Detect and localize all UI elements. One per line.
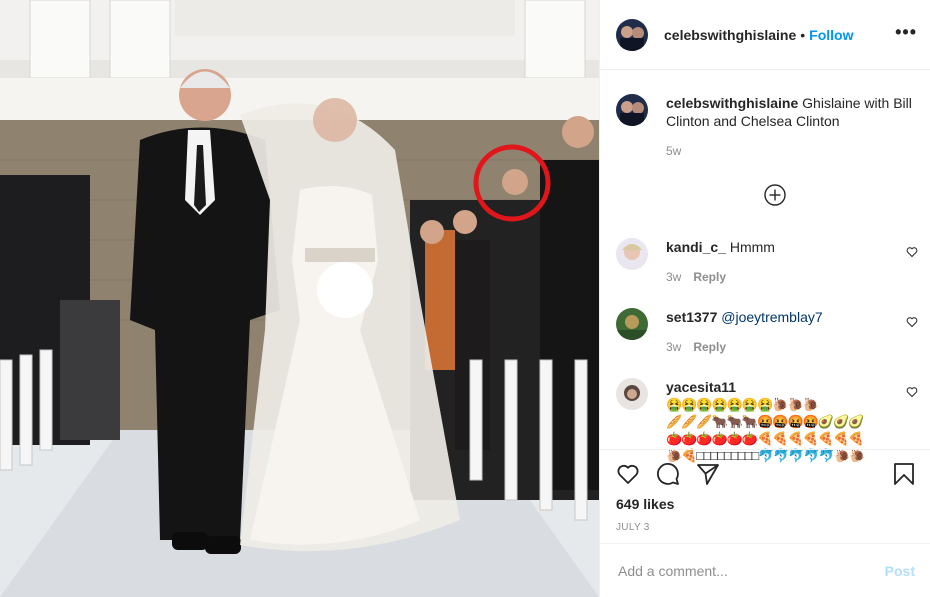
add-comment-bar: Post: [600, 543, 930, 597]
comment-emoji-line: 🤮🤮🤮🤮🤮🤮🤮🐌🐌🐌: [666, 397, 819, 412]
comment-input[interactable]: [616, 561, 885, 580]
avatar[interactable]: [616, 378, 648, 410]
action-icons: [616, 462, 916, 488]
comment-username[interactable]: set1377: [666, 309, 717, 325]
caption: celebswithghislaine Ghislaine with Bill …: [616, 94, 916, 160]
username[interactable]: celebswithghislaine: [664, 27, 796, 43]
mention-link[interactable]: @joeytremblay7: [721, 309, 822, 325]
avatar[interactable]: [616, 238, 648, 270]
comment-time: 3w: [666, 270, 682, 284]
share-icon[interactable]: [696, 462, 720, 491]
heart-icon[interactable]: [906, 386, 918, 401]
heart-icon[interactable]: [906, 316, 918, 331]
reply-button[interactable]: Reply: [693, 340, 726, 354]
follow-button[interactable]: Follow: [809, 27, 853, 43]
comment-time: 3w: [666, 340, 682, 354]
post-sidebar: celebswithghislaine • Follow ••• celebsw…: [599, 0, 930, 597]
comment-username[interactable]: yacesita11: [666, 379, 736, 395]
heart-icon[interactable]: [906, 246, 918, 261]
comment: set1377 @joeytremblay7 3w Reply: [616, 308, 926, 356]
post-photo[interactable]: [0, 0, 599, 597]
instagram-post: celebswithghislaine • Follow ••• celebsw…: [0, 0, 930, 597]
bookmark-icon[interactable]: [892, 462, 916, 491]
heart-icon[interactable]: [616, 462, 640, 491]
caption-username[interactable]: celebswithghislaine: [666, 95, 798, 111]
post-button[interactable]: Post: [885, 563, 915, 579]
avatar[interactable]: [616, 18, 648, 51]
comment: kandi_c_ Hmmm 3w Reply: [616, 238, 926, 286]
post-header: celebswithghislaine • Follow •••: [600, 0, 930, 70]
comment-icon[interactable]: [656, 462, 680, 491]
wedding-photo: [0, 0, 599, 597]
comment-emoji-line: 🍅🍅🍅🍅🍅🍅🍕🍕🍕🍕🍕🍕🍕: [666, 431, 864, 446]
post-date: JULY 3: [616, 522, 650, 533]
avatar[interactable]: [616, 94, 648, 126]
comment-text: Hmmm: [729, 239, 775, 255]
more-icon[interactable]: •••: [895, 22, 917, 43]
caption-time: 5w: [666, 144, 682, 158]
likes-count[interactable]: 649 likes: [616, 496, 674, 512]
avatar[interactable]: [616, 308, 648, 340]
comment-emoji-line: 🥖🥖🥖🐂🐂🐂🤬🤬🤬🤬🥑🥑🥑: [666, 414, 864, 429]
separator: •: [800, 26, 806, 43]
add-circle-icon[interactable]: [763, 183, 787, 212]
comment-username[interactable]: kandi_c_: [666, 239, 726, 255]
reply-button[interactable]: Reply: [693, 270, 726, 284]
